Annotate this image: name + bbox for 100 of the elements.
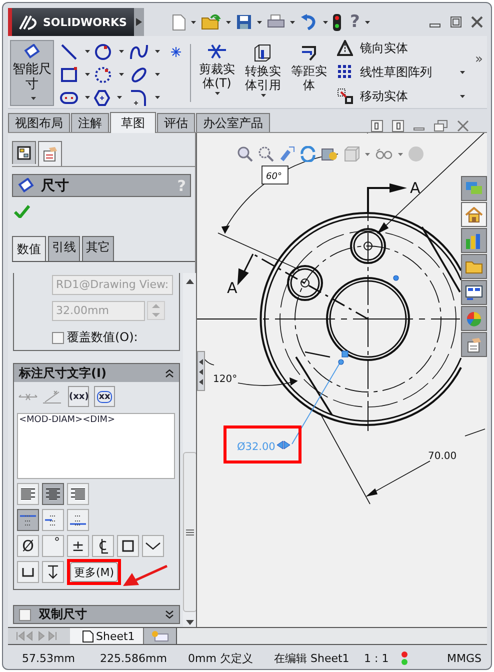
rectangle-icon[interactable] [60,66,78,82]
property-tab[interactable]: 其它 [82,236,114,261]
glasses-icon[interactable] [375,148,393,160]
dual-dimension-checkbox[interactable] [19,608,31,620]
countersink-symbol-button[interactable] [142,535,164,557]
caret-icon[interactable] [85,96,90,99]
symbol-button[interactable]: Ø [17,535,39,557]
caret-icon[interactable] [323,20,328,24]
caret-icon[interactable] [191,20,196,24]
sketch-tool-button[interactable]: 镜向实体 [337,40,465,56]
zoom-area-icon[interactable] [258,146,274,162]
restore-icon[interactable] [434,120,448,132]
convert-cube-icon[interactable] [254,44,272,62]
mirror-icon[interactable] [337,40,353,56]
scrollbar[interactable] [182,273,197,627]
polygon-icon[interactable] [94,90,110,106]
caret-icon[interactable] [260,94,266,97]
point-icon[interactable] [170,46,182,58]
caret-icon[interactable] [31,97,36,100]
print-icon[interactable] [267,14,285,30]
caret-icon[interactable] [155,96,160,99]
square-symbol-button[interactable] [117,535,139,557]
counterbore-icon[interactable] [22,567,34,577]
save-icon[interactable] [236,14,252,30]
line-icon[interactable] [60,42,78,60]
collapse-panel-handle[interactable] [197,351,205,391]
maximize-icon[interactable] [450,16,462,28]
command-tab[interactable]: 办公室产品 [196,113,270,132]
new-document-icon[interactable] [172,14,186,30]
move-icon[interactable] [337,88,353,104]
tree-icon[interactable] [17,146,31,160]
property-sheet-icon[interactable] [42,146,58,162]
centerline-icon[interactable] [97,538,109,554]
symbol-button[interactable]: ° [42,535,64,557]
offset-icon[interactable] [300,44,318,62]
section-view-icon[interactable] [321,146,339,162]
command-tab[interactable]: 注解 [71,113,109,132]
command-tab[interactable]: 视图布局 [8,113,70,132]
text-align-button[interactable] [17,483,39,505]
fillet-icon[interactable] [130,88,148,106]
smart-dimension-button[interactable]: 智能尺寸 [10,40,54,106]
ellipse-icon[interactable] [130,66,148,84]
text-align-icon[interactable] [21,488,35,500]
previous-view-icon[interactable] [279,146,295,162]
sketch-tool-button[interactable]: 线性草图阵列 [337,64,465,80]
sketch-tool-button[interactable]: 剪裁实体(T) [195,36,239,108]
scroll-up-icon[interactable] [186,279,194,284]
expand-menu-button[interactable] [134,8,144,36]
sheet-tab[interactable]: Sheet1 [70,628,144,644]
spline-icon[interactable] [130,42,148,60]
caret-icon[interactable] [364,20,370,24]
help-button[interactable]: ? [350,12,360,32]
caret-icon[interactable] [155,50,160,53]
centerline-symbol-button[interactable] [92,535,114,557]
square-icon[interactable] [122,540,134,552]
ok-check-icon[interactable] [14,205,30,218]
traffic-light-icon[interactable] [333,14,341,30]
dual-dimension-header[interactable]: 双制尺寸 [13,605,180,624]
caret-icon[interactable] [290,20,295,24]
command-tab[interactable]: 草图 [110,112,156,133]
tile-left-icon[interactable] [371,120,383,132]
property-tab[interactable]: 引线 [48,236,80,261]
slot-icon[interactable] [60,92,78,104]
arrow-layout-icon[interactable] [69,513,87,527]
group-header[interactable]: 标注尺寸文字(I) [14,364,179,382]
text-align-button[interactable] [42,483,64,505]
bar-chart-icon[interactable] [465,232,483,248]
caret-icon[interactable] [85,50,90,53]
arc-icon[interactable] [94,66,112,84]
arrow-handle-icon[interactable] [276,440,290,450]
grip-icon[interactable] [186,528,194,536]
countersink-icon[interactable] [145,542,161,550]
task-pane-tab[interactable] [461,202,487,227]
counterbore-symbol-button[interactable] [17,561,39,583]
undo-icon[interactable] [300,14,318,30]
sketch-tool-button[interactable]: 等距实体 [287,36,331,108]
caret-icon[interactable] [119,73,124,76]
caret-icon[interactable] [460,94,465,98]
expand-icon[interactable] [164,610,174,619]
depth-icon[interactable] [47,565,59,579]
close-icon[interactable] [457,120,469,132]
scroll-down-icon[interactable] [186,620,194,625]
caret-icon[interactable] [226,20,231,24]
parentheses-button[interactable]: (xx) [68,386,89,407]
add-sheet-button[interactable] [144,628,177,644]
arrows-icon[interactable] [199,356,203,386]
view-palette-icon[interactable] [465,284,483,300]
text-align-icon[interactable] [46,488,60,500]
tile-right-icon[interactable] [392,120,404,132]
folder-icon[interactable] [465,260,483,274]
command-tab[interactable]: 评估 [157,113,195,132]
caret-icon[interactable] [119,50,124,53]
rotate-icon[interactable] [300,146,316,162]
property-sheet-icon[interactable] [466,336,482,352]
property-manager-tab[interactable] [38,141,62,166]
sketch-tool-button[interactable]: 转换实体引用 [241,36,285,108]
symbol-button[interactable]: ± [67,535,89,557]
property-tab[interactable]: 数值 [12,236,46,261]
arrow-layout-button[interactable] [42,509,64,531]
triangle-icon[interactable] [136,18,142,26]
